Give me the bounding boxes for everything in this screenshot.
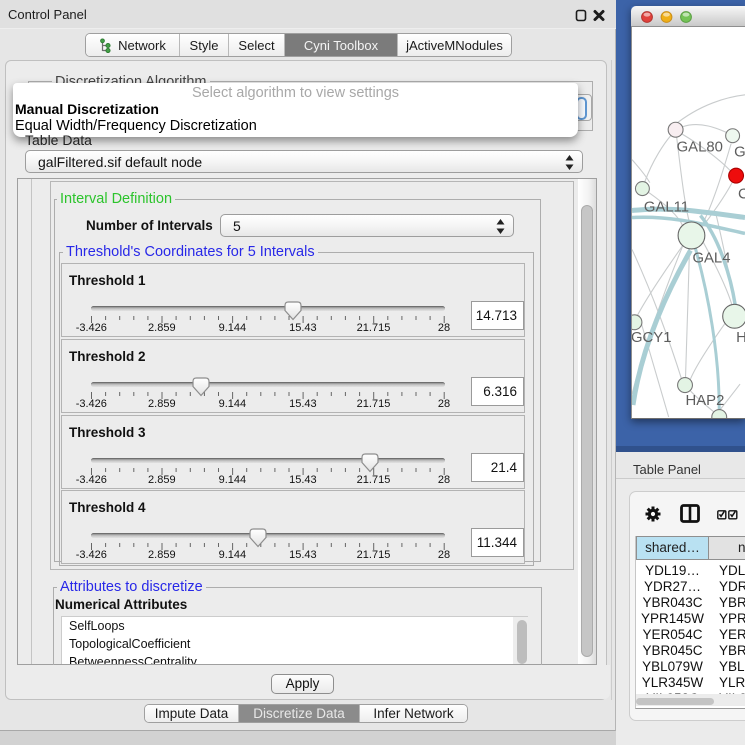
svg-text:C: C bbox=[738, 187, 745, 203]
svg-text:H: H bbox=[736, 330, 745, 346]
svg-text:HAP2: HAP2 bbox=[686, 393, 725, 409]
svg-text:GAL80: GAL80 bbox=[677, 140, 723, 156]
svg-text:GAL4: GAL4 bbox=[692, 250, 730, 266]
svg-text:GAL11: GAL11 bbox=[644, 199, 689, 215]
svg-text:GA: GA bbox=[734, 145, 745, 161]
svg-text:GCY1: GCY1 bbox=[631, 330, 671, 346]
